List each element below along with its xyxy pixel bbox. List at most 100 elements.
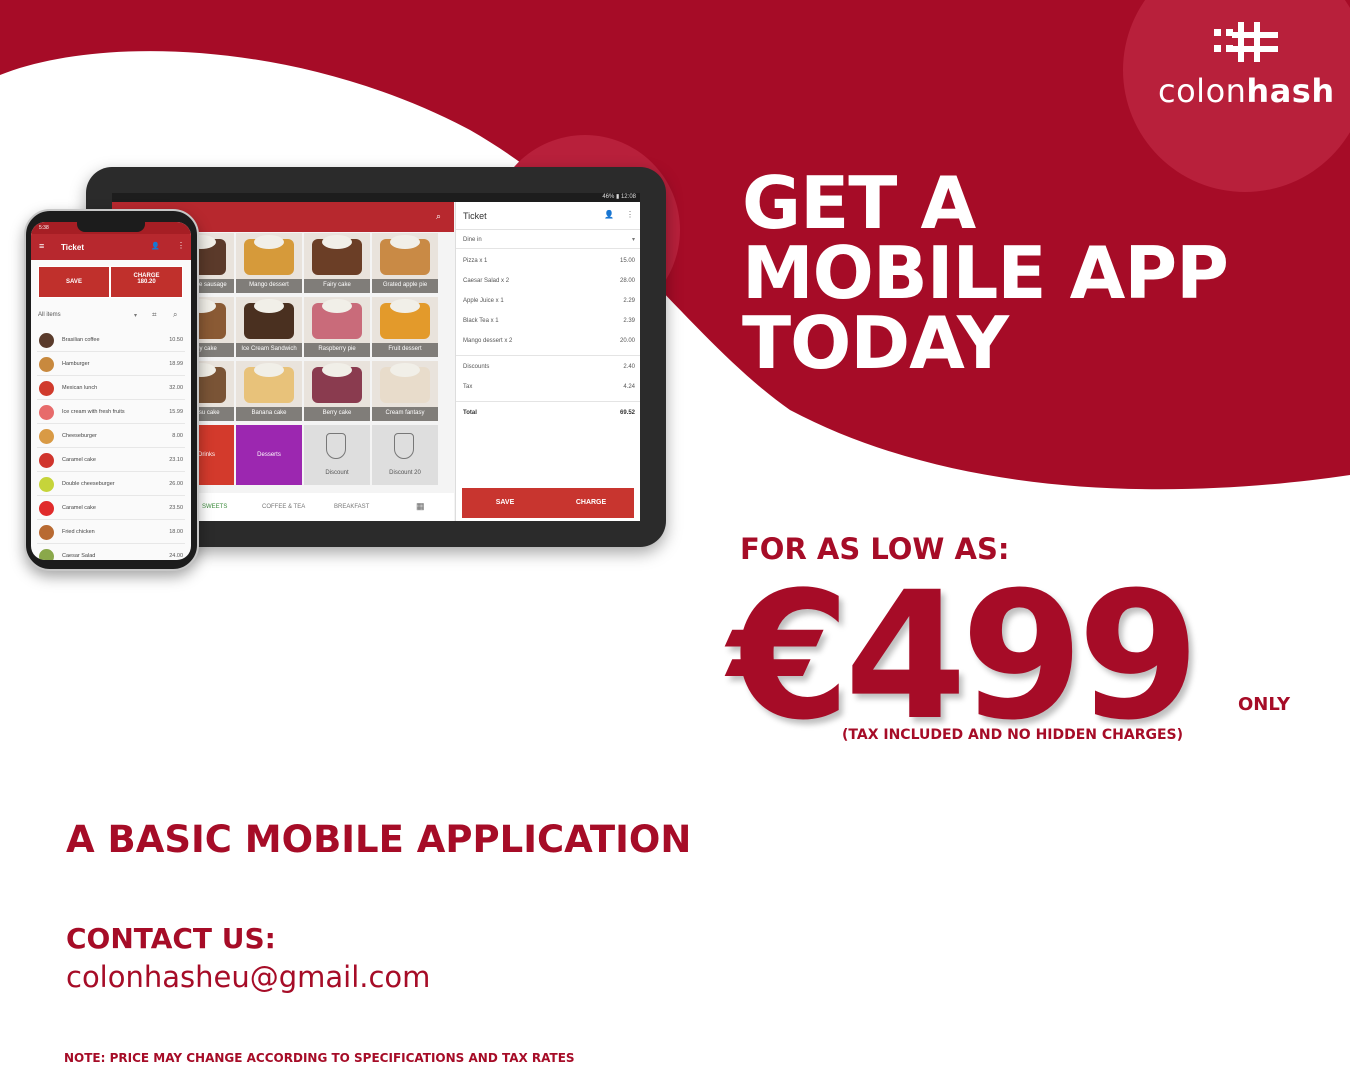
product-tile[interactable]: Fairy cake (304, 233, 370, 293)
divider (456, 355, 640, 356)
contact-email[interactable]: colonhasheu@gmail.com (66, 960, 430, 994)
disclaimer: NOTE: PRICE MAY CHANGE ACCORDING TO SPEC… (64, 1051, 575, 1065)
product-tile-label: Mango dessert (236, 279, 302, 293)
item-thumbnail (39, 405, 54, 420)
item-thumbnail (39, 477, 54, 492)
list-item[interactable]: Ice cream with fresh fruits 15.99 (37, 400, 185, 424)
chevron-down-icon: ▾ (134, 313, 138, 319)
tax-row: Tax 4.24 (463, 378, 635, 398)
product-tile[interactable]: Desserts (236, 425, 302, 485)
list-item[interactable]: Caesar Salad 24.00 (37, 544, 185, 560)
item-thumbnail (39, 549, 54, 560)
add-customer-icon[interactable]: 👤 (604, 210, 614, 219)
garnish-image (254, 363, 284, 377)
item-price: 18.00 (169, 529, 183, 535)
items-filter-select[interactable]: All items (38, 312, 61, 318)
garnish-image (322, 299, 352, 313)
headline-line-1: GET A (742, 161, 976, 245)
ticket-header: Ticket 👤 ⋮ (456, 202, 640, 230)
price-tag-icon (394, 433, 414, 459)
garnish-image (390, 299, 420, 313)
list-item[interactable]: Caramel cake 23.10 (37, 448, 185, 472)
grid-view-icon[interactable]: ▦ (416, 501, 425, 512)
product-tile[interactable]: Grated apple pie (372, 233, 438, 293)
ticket-line-item[interactable]: Black Tea x 1 2.39 (463, 312, 635, 332)
product-tile[interactable]: Discount 20 (372, 425, 438, 485)
divider (456, 401, 640, 402)
product-tile[interactable]: Discount (304, 425, 370, 485)
logo-text-bold: hash (1246, 72, 1335, 110)
phone-app-bar: ≡ Ticket 👤 ⋮ (31, 234, 191, 260)
item-name: Ice cream with fresh fruits (62, 409, 125, 415)
tab-coffee-tea[interactable]: COFFEE & TEA (262, 504, 305, 510)
item-name: Fried chicken (62, 529, 95, 535)
item-thumbnail (39, 333, 54, 348)
price-amount: €499 (728, 554, 1200, 759)
product-tile-label: Fruit dessert (372, 343, 438, 357)
ticket-item-name: Caesar Salad x 2 (463, 278, 510, 284)
hamburger-menu-icon[interactable]: ≡ (39, 241, 44, 251)
product-tile-label: Raspberry pie (304, 343, 370, 357)
charge-button[interactable]: CHARGE (548, 488, 634, 518)
product-tile[interactable]: Ice Cream Sandwich (236, 297, 302, 357)
price-tag-icon (326, 433, 346, 459)
product-tile[interactable]: Raspberry pie (304, 297, 370, 357)
phone-save-button[interactable]: SAVE (38, 266, 110, 298)
save-button[interactable]: SAVE (462, 488, 548, 518)
list-item[interactable]: Brasilian coffee 10.50 (37, 328, 185, 352)
total-row: Total 69.52 (463, 404, 635, 424)
list-item[interactable]: Fried chicken 18.00 (37, 520, 185, 544)
item-price: 15.99 (169, 409, 183, 415)
item-name: Hamburger (62, 361, 90, 367)
dining-option-select[interactable]: Dine in (463, 237, 482, 243)
list-item[interactable]: Double cheeseburger 26.00 (37, 472, 185, 496)
logo-wordmark: colonhash (1158, 72, 1348, 110)
product-tile-label: Berry cake (304, 407, 370, 421)
item-price: 24.00 (169, 553, 183, 559)
item-price: 18.99 (169, 361, 183, 367)
search-icon[interactable]: ⌕ (173, 310, 177, 320)
ticket-line-item[interactable]: Caesar Salad x 2 28.00 (463, 272, 635, 292)
tablet-status-time: 46% ▮ 12:08 (602, 194, 636, 200)
product-grid: Chocolate sausage Mango dessert Fairy cake… (168, 233, 454, 489)
more-menu-icon[interactable]: ⋮ (177, 241, 185, 250)
item-price: 26.00 (169, 481, 183, 487)
product-tile[interactable]: Fruit dessert (372, 297, 438, 357)
ticket-line-item[interactable]: Mango dessert x 2 20.00 (463, 332, 635, 352)
item-thumbnail (39, 429, 54, 444)
search-icon[interactable]: ⌕ (436, 211, 446, 221)
list-item[interactable]: Cheeseburger 8.00 (37, 424, 185, 448)
list-item[interactable]: Mexican lunch 32.00 (37, 376, 185, 400)
item-price: 32.00 (169, 385, 183, 391)
ticket-line-item[interactable]: Apple Juice x 1 2.29 (463, 292, 635, 312)
garnish-image (254, 235, 284, 249)
tab-sweets[interactable]: SWEETS (202, 504, 227, 510)
product-tile[interactable]: Banana cake (236, 361, 302, 421)
phone-charge-button[interactable]: CHARGE 180.20 (110, 266, 183, 298)
garnish-image (322, 235, 352, 249)
more-menu-icon[interactable]: ⋮ (626, 210, 634, 219)
product-tile-label: Cream fantasy (372, 407, 438, 421)
item-thumbnail (39, 501, 54, 516)
discounts-row: Discounts 2.40 (463, 358, 635, 378)
colonhash-logo-icon (1214, 22, 1278, 62)
product-tile-label: Discount 20 (389, 470, 421, 476)
ticket-item-name: Pizza x 1 (463, 258, 488, 264)
product-tile[interactable]: Mango dessert (236, 233, 302, 293)
garnish-image (390, 235, 420, 249)
garnish-image (390, 363, 420, 377)
item-price: 23.50 (169, 505, 183, 511)
phone-status-time: 5:38 (39, 225, 49, 231)
tab-breakfast[interactable]: BREAKFAST (334, 504, 369, 510)
phone-ticket-title: Ticket (61, 243, 84, 252)
list-item[interactable]: Hamburger 18.99 (37, 352, 185, 376)
price-suffix: ONLY (1238, 694, 1291, 715)
product-tile[interactable]: Cream fantasy (372, 361, 438, 421)
phone-charge-amount: 180.20 (137, 279, 156, 285)
add-customer-icon[interactable]: 👤 (151, 242, 160, 250)
barcode-scan-icon[interactable]: ⌗ (152, 310, 157, 320)
list-item[interactable]: Caramel cake 23.50 (37, 496, 185, 520)
product-tile[interactable]: Berry cake (304, 361, 370, 421)
ticket-item-value: 2.29 (623, 298, 635, 304)
ticket-line-item[interactable]: Pizza x 1 15.00 (463, 252, 635, 272)
